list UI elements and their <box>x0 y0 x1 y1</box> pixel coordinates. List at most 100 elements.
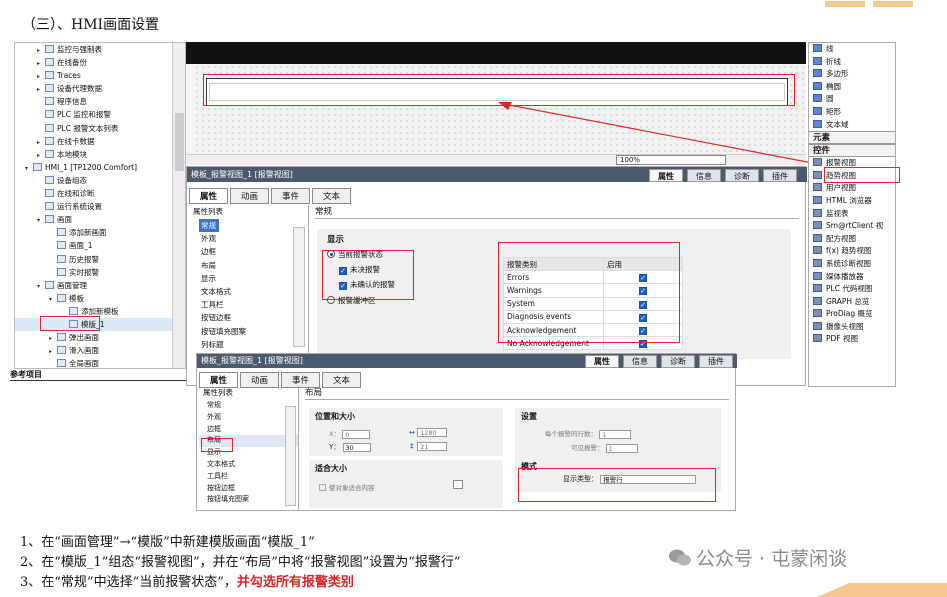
y-input[interactable]: 30 <box>342 442 371 452</box>
expand-arrow-icon[interactable]: ▸ <box>37 57 45 70</box>
tree-item[interactable]: ▸ 在线备份 <box>15 56 185 69</box>
expand-arrow-icon[interactable]: ▸ <box>37 83 45 96</box>
subtab-animations[interactable]: 动画 <box>230 188 270 204</box>
expand-arrow-icon[interactable]: ▸ <box>49 345 57 358</box>
tool-basic-item[interactable]: 圆 <box>809 93 895 106</box>
tree-item[interactable]: 实时报警 <box>15 266 185 279</box>
tree-item[interactable]: 画面_1 <box>15 239 185 252</box>
tab-plugins[interactable]: 插件 <box>699 355 733 368</box>
expand-arrow-icon[interactable]: ▸ <box>49 332 57 345</box>
controls-header[interactable]: 控件 <box>809 144 895 158</box>
expand-arrow-icon[interactable]: ▾ <box>25 162 33 175</box>
expand-arrow-icon[interactable]: ▸ <box>37 44 45 57</box>
prop-button-fill[interactable]: 按钮填充图案 <box>189 325 308 338</box>
tool-control-item[interactable]: 配方视图 <box>809 233 895 246</box>
reference-projects-header[interactable]: 参考项目 <box>10 369 186 381</box>
tool-basic-item[interactable]: 折线 <box>809 56 895 69</box>
tool-basic-item[interactable]: 多边形 <box>809 68 895 81</box>
expand-arrow-icon[interactable]: ▾ <box>49 293 57 306</box>
tool-control-item[interactable]: 系统诊断视图 <box>809 258 895 271</box>
tool-control-item[interactable]: PDF 视图 <box>809 333 895 346</box>
tool-basic-item[interactable]: 椭圆 <box>809 81 895 94</box>
prop-column-header[interactable]: 列标题 <box>189 338 308 351</box>
tree-item[interactable]: ▸ 本地模块 <box>15 148 185 161</box>
tool-control-item[interactable]: 用户视图 <box>809 182 895 195</box>
tool-control-item[interactable]: 摄像头视图 <box>809 321 895 334</box>
tree-item[interactable]: 历史报警 <box>15 253 185 266</box>
fit-button-icon[interactable] <box>453 480 463 489</box>
prop-toolbar[interactable]: 工具栏 <box>199 471 298 483</box>
tree-item[interactable]: ▸ 滑入画面 <box>15 344 185 357</box>
section-layout: 布局 <box>305 386 729 400</box>
tab-properties[interactable]: 属性 <box>585 355 619 368</box>
fit-content-check[interactable]: 使对象适合内容 <box>319 482 375 492</box>
height-input[interactable]: 21 <box>417 442 448 451</box>
tool-control-item[interactable]: 监视表 <box>809 208 895 221</box>
tool-control-item[interactable]: Sm@rtClient 视 <box>809 220 895 233</box>
subtab-texts[interactable]: 文本 <box>312 188 352 204</box>
expand-arrow-icon[interactable]: ▸ <box>37 149 45 162</box>
tool-control-item[interactable]: PLC 代码视图 <box>809 283 895 296</box>
prop-appearance[interactable]: 外观 <box>199 412 298 424</box>
expand-arrow-icon[interactable]: ▸ <box>37 136 45 149</box>
tool-control-item[interactable]: GRAPH 总览 <box>809 296 895 309</box>
tab-plugins[interactable]: 插件 <box>763 169 797 182</box>
tool-basic-item[interactable]: 矩形 <box>809 106 895 119</box>
prop-text-format[interactable]: 文本格式 <box>189 285 308 298</box>
expand-arrow-icon[interactable]: ▸ <box>37 70 45 83</box>
folder-icon <box>45 280 54 289</box>
tree-item[interactable]: 在线和诊断 <box>15 187 185 200</box>
expand-arrow-icon[interactable]: ▾ <box>37 280 45 293</box>
prop-layout[interactable]: 布局 <box>189 259 308 272</box>
rows-input[interactable]: 1 <box>599 429 632 439</box>
subtab-events[interactable]: 事件 <box>271 188 311 204</box>
prop-border[interactable]: 边框 <box>189 245 308 258</box>
tree-item[interactable]: ▸ 在线卡数据 <box>15 135 185 148</box>
prop-appearance[interactable]: 外观 <box>189 232 308 245</box>
tree-item[interactable]: ▸ 设备代理数据 <box>15 82 185 95</box>
tree-scrollbar[interactable] <box>172 43 185 368</box>
elements-header[interactable]: 元素 <box>809 131 895 145</box>
property-list-scrollbar[interactable] <box>285 406 296 506</box>
tree-item[interactable]: ▾ HMI_1 [TP1200 Comfort] <box>15 161 185 174</box>
tree-item[interactable]: ▾ 画面 <box>15 213 185 226</box>
visible-input[interactable]: 1 <box>605 443 638 453</box>
x-input[interactable]: 0 <box>342 429 371 439</box>
tool-control-item[interactable]: f(x) 趋势视图 <box>809 245 895 258</box>
tree-item[interactable]: ▾ 模板 <box>15 292 185 305</box>
tree-item[interactable]: ▸ 弹出画面 <box>15 331 185 344</box>
tree-item[interactable]: ▸ Traces <box>15 69 185 82</box>
tool-basic-item[interactable]: 线 <box>809 43 895 56</box>
tool-control-item[interactable]: 媒体播放器 <box>809 271 895 284</box>
prop-general[interactable]: 常规 <box>199 219 219 233</box>
prop-button-border[interactable]: 按钮边框 <box>189 311 308 324</box>
tab-properties[interactable]: 属性 <box>649 169 683 182</box>
prop-button-fill[interactable]: 按钮填充图案 <box>199 494 298 506</box>
tree-item[interactable]: 全局画面 <box>15 357 185 368</box>
prop-border[interactable]: 边框 <box>199 424 298 436</box>
tree-item[interactable]: ▾ 画面管理 <box>15 279 185 292</box>
prop-general[interactable]: 常规 <box>199 400 298 412</box>
tree-item[interactable]: 程序信息 <box>15 95 185 108</box>
tab-info[interactable]: 信息 <box>687 169 721 182</box>
prop-button-border[interactable]: 按钮边框 <box>199 483 298 495</box>
expand-arrow-icon[interactable]: ▾ <box>37 214 45 227</box>
tree-item[interactable]: 添加新画面 <box>15 226 185 239</box>
tree-item[interactable]: PLC 报警文本列表 <box>15 122 185 135</box>
prop-toolbar[interactable]: 工具栏 <box>189 298 308 311</box>
tab-info[interactable]: 信息 <box>623 355 657 368</box>
width-input[interactable]: 1280 <box>417 428 448 437</box>
tree-item[interactable]: ▸ 监控与强制表 <box>15 43 185 56</box>
tab-diagnostics[interactable]: 诊断 <box>725 169 759 182</box>
subtab-properties[interactable]: 属性 <box>189 188 229 204</box>
prop-display[interactable]: 显示 <box>189 272 308 285</box>
tree-item[interactable]: PLC 监控和报警 <box>15 108 185 121</box>
tree-item[interactable]: 设备组态 <box>15 174 185 187</box>
tool-control-item[interactable]: HTML 浏览器 <box>809 195 895 208</box>
prop-text-format[interactable]: 文本格式 <box>199 459 298 471</box>
property-list-scrollbar[interactable] <box>293 227 305 347</box>
tool-basic-item[interactable]: 文本域 <box>809 119 895 132</box>
tree-item[interactable]: 运行系统设置 <box>15 200 185 213</box>
tool-control-item[interactable]: ProDiag 概览 <box>809 308 895 321</box>
tab-diagnostics[interactable]: 诊断 <box>661 355 695 368</box>
